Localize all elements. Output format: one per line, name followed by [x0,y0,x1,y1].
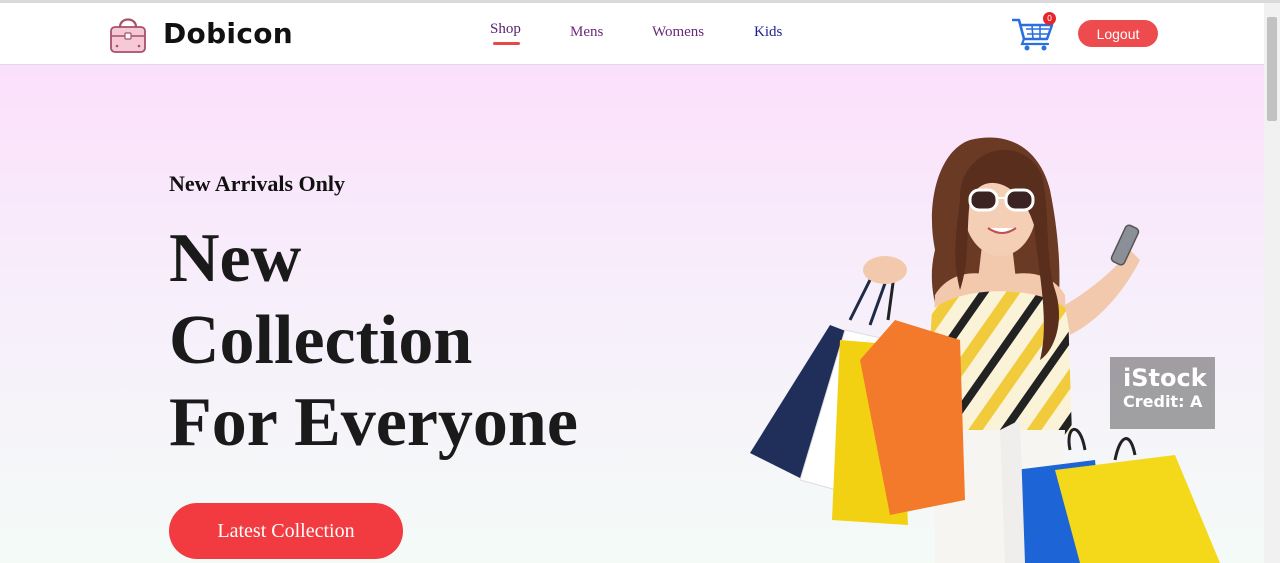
hero-image [750,137,1220,563]
headline-line: Collection [169,302,473,379]
navbar: Dobicon Shop Mens Womens Kids 0 Logout [0,3,1264,65]
hero-eyebrow: New Arrivals Only [169,171,345,196]
latest-collection-button[interactable]: Latest Collection [169,503,403,559]
handbag-icon [110,18,146,53]
logout-button[interactable]: Logout [1078,20,1158,47]
cart-count-badge: 0 [1043,12,1056,25]
active-nav-indicator [493,42,520,45]
headline-line: New [169,220,302,297]
nav-item-mens[interactable]: Mens [570,24,603,41]
nav-item-kids[interactable]: Kids [754,24,782,41]
hero-headline: New Collection For Everyone [169,218,578,464]
nav-item-shop[interactable]: Shop [490,21,521,38]
stock-watermark: iStock Credit: A [1110,357,1215,429]
watermark-brand: iStock [1123,364,1207,392]
nav-item-womens[interactable]: Womens [652,24,704,41]
vertical-scrollbar[interactable] [1264,3,1280,563]
headline-line: For Everyone [169,384,578,461]
watermark-credit: Credit: A [1123,392,1203,411]
scrollbar-thumb[interactable] [1267,17,1277,121]
hero-banner: New Arrivals Only New Collection For Eve… [0,65,1264,563]
brand-name[interactable]: Dobicon [163,17,293,50]
